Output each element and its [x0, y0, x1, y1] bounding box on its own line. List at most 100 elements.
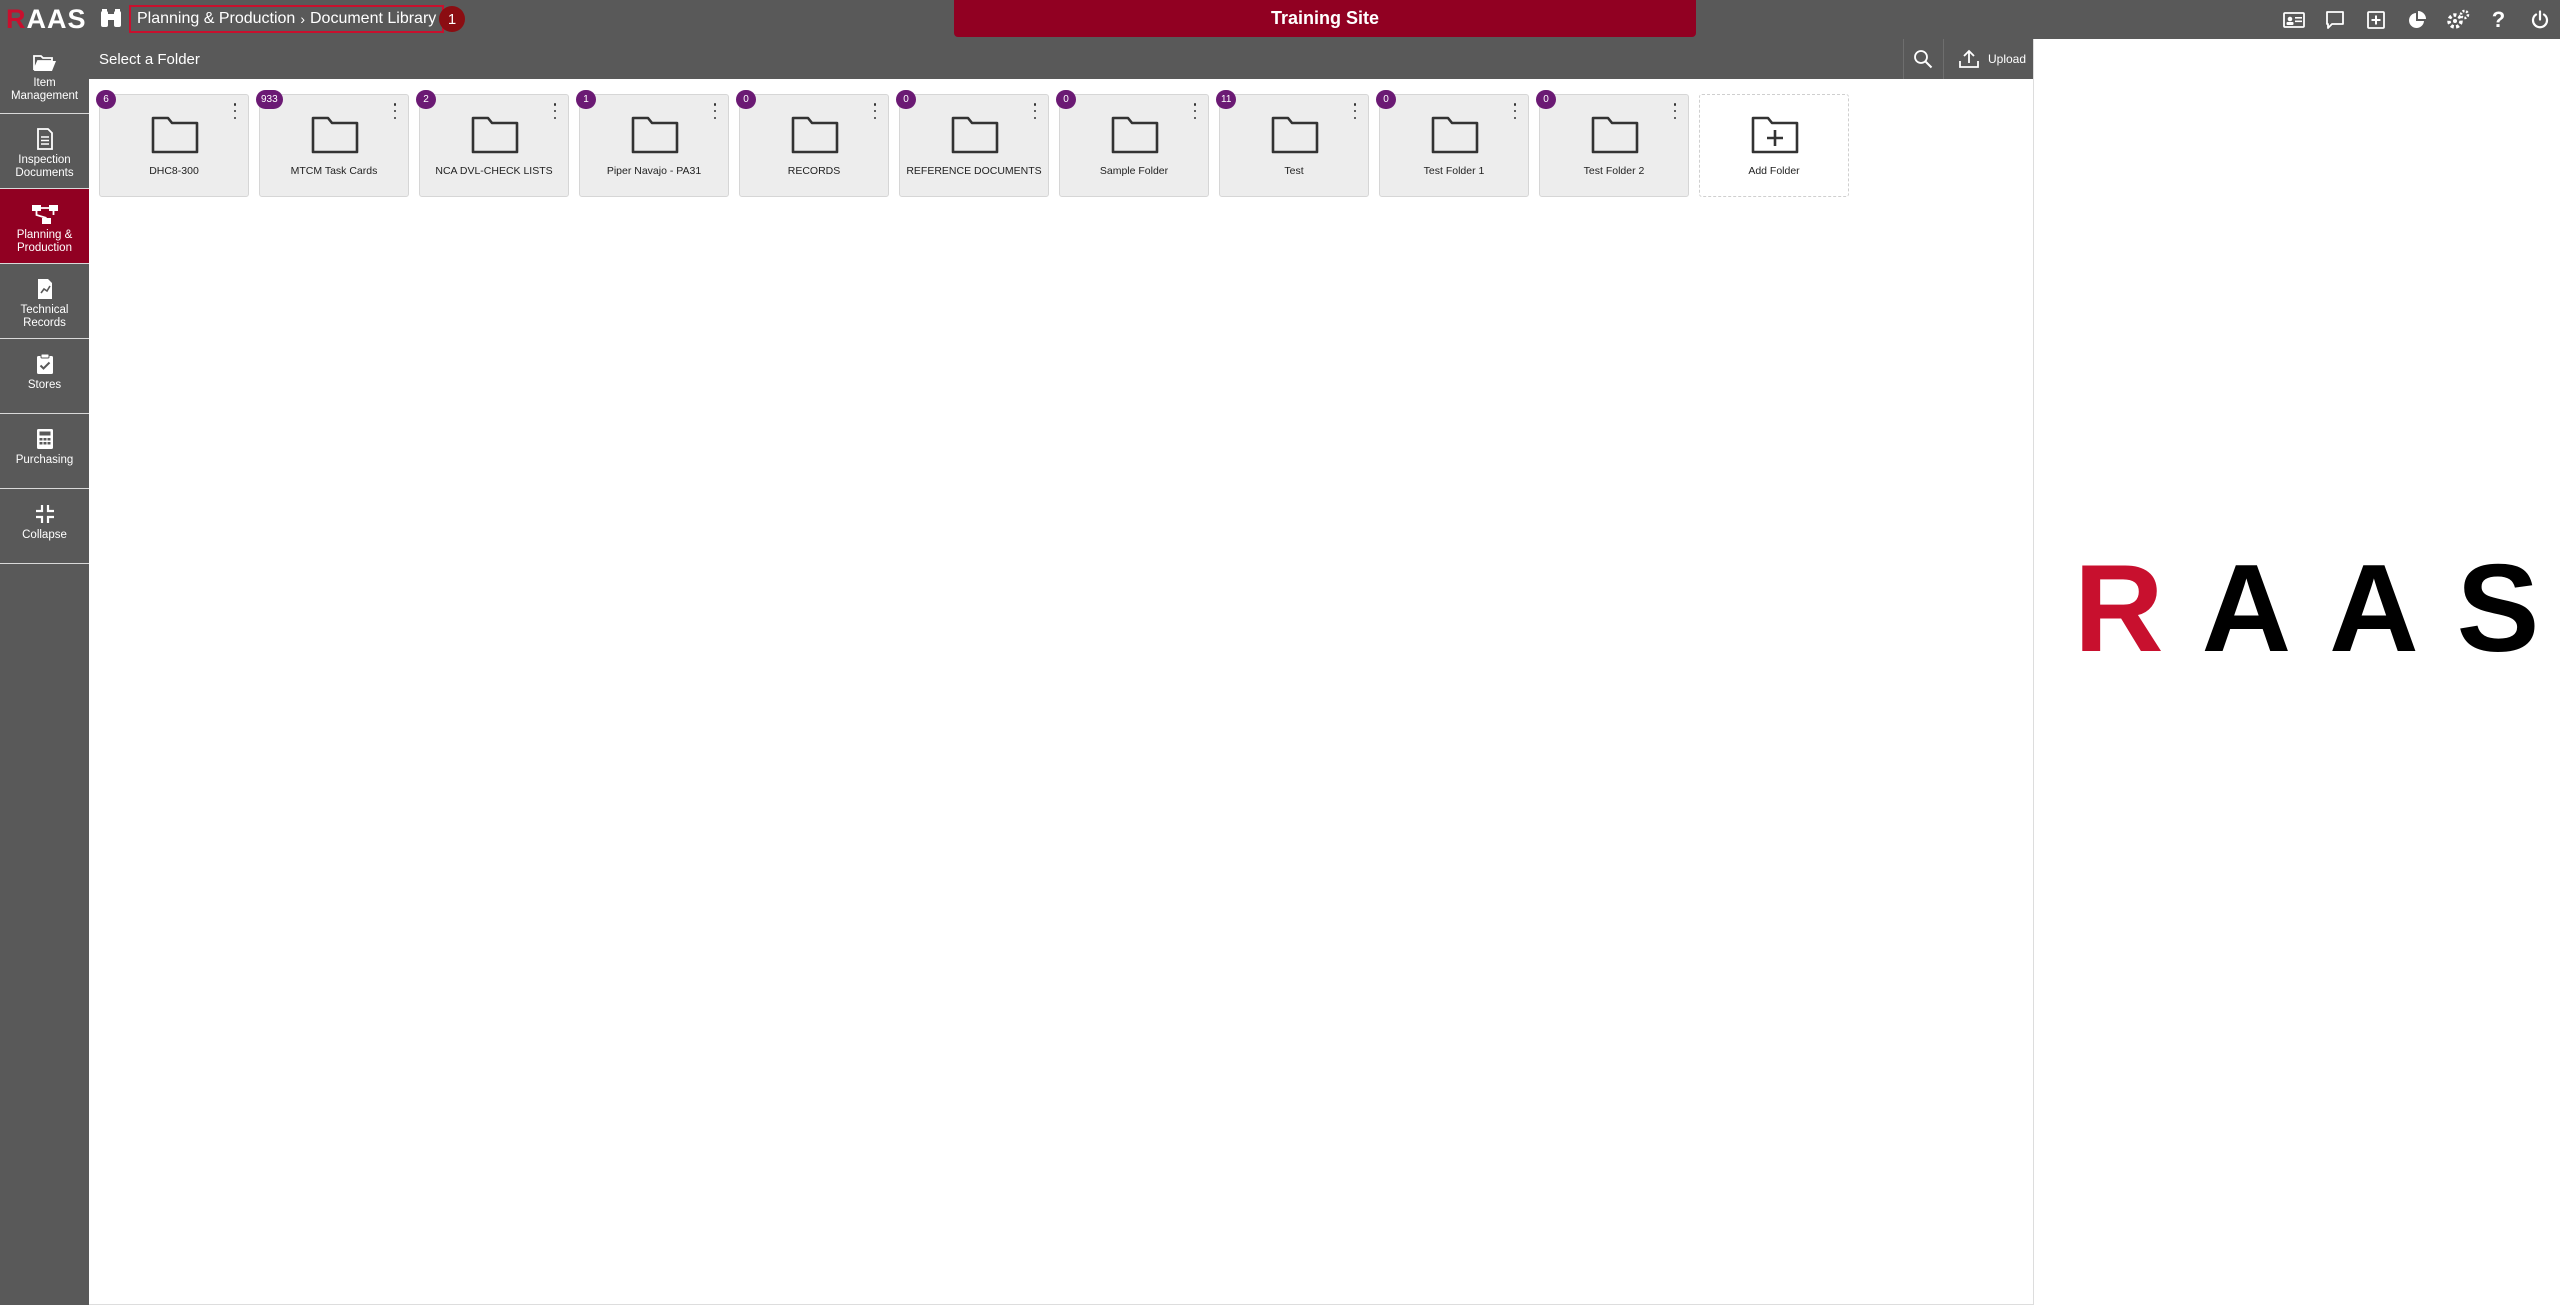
kebab-menu-icon[interactable]: [1672, 103, 1678, 119]
folder-plus-icon: [1751, 116, 1799, 154]
document-icon: [36, 128, 53, 150]
breadcrumb-badge: 1: [439, 6, 465, 32]
folder-icon: [1111, 116, 1159, 154]
folder-icon: [1591, 116, 1639, 154]
folder-name: NCA DVL-CHECK LISTS: [435, 165, 553, 177]
sidebar: Item Management Inspection Documents Pla…: [0, 39, 96, 1305]
sidebar-item-stores[interactable]: Stores: [0, 339, 89, 414]
folder-tile[interactable]: 2 NCA DVL-CHECK LISTS: [416, 90, 569, 197]
folder-count-badge: 6: [96, 90, 116, 109]
kebab-menu-icon[interactable]: [872, 103, 878, 119]
folder-tile[interactable]: 0 Test Folder 1: [1376, 90, 1529, 197]
sidebar-item-label: Planning & Production: [16, 229, 73, 254]
sidebar-item-label: Item Management: [10, 77, 79, 102]
folder-icon: [951, 116, 999, 154]
folder-name: DHC8-300: [149, 165, 199, 177]
sidebar-item-label: Purchasing: [15, 454, 74, 466]
folder-name: Test Folder 1: [1423, 165, 1485, 177]
power-icon[interactable]: [2519, 0, 2560, 39]
sidebar-item-item-management[interactable]: Item Management: [0, 39, 89, 114]
folder-icon: [791, 116, 839, 154]
kebab-menu-icon[interactable]: [232, 103, 238, 119]
sidebar-item-collapse[interactable]: Collapse: [0, 489, 89, 564]
folder-name: MTCM Task Cards: [290, 165, 378, 177]
breadcrumb-page[interactable]: Document Library: [310, 10, 436, 28]
app-logo[interactable]: R AAS: [6, 4, 87, 35]
folder-count-badge: 2: [416, 90, 436, 109]
raas-brand-logo: R AAS: [2074, 540, 2560, 678]
upload-label: Upload: [1988, 52, 2027, 66]
kebab-menu-icon[interactable]: [1032, 103, 1038, 119]
folder-name: Piper Navajo - PA31: [606, 165, 702, 177]
folder-name: Sample Folder: [1099, 165, 1169, 177]
folder-tile[interactable]: 0 Sample Folder: [1056, 90, 1209, 197]
kebab-menu-icon[interactable]: [1512, 103, 1518, 119]
folder-count-badge: 0: [896, 90, 916, 109]
folder-tile[interactable]: 933 MTCM Task Cards: [256, 90, 409, 197]
folder-icon: [631, 116, 679, 154]
upload-icon: [1959, 49, 1979, 68]
folder-icon: [471, 116, 519, 154]
search-button[interactable]: [1903, 39, 1941, 79]
sidebar-item-label: Stores: [27, 379, 62, 391]
folder-open-icon: [32, 55, 56, 71]
top-bar: R AAS Planning & Production › Document Li…: [0, 0, 2560, 39]
kebab-menu-icon[interactable]: [552, 103, 558, 119]
folder-tile[interactable]: 6 DHC8-300: [96, 90, 249, 197]
file-chart-icon: [37, 279, 52, 299]
gears-icon[interactable]: [2437, 0, 2478, 39]
chat-icon[interactable]: [2314, 0, 2355, 39]
breadcrumb-section[interactable]: Planning & Production: [137, 10, 295, 28]
folder-name: REFERENCE DOCUMENTS: [906, 165, 1042, 177]
folder-icon: [1431, 116, 1479, 154]
calculator-icon: [36, 429, 53, 449]
folder-count-badge: 933: [256, 90, 283, 109]
sidebar-item-label: Inspection Documents: [15, 154, 74, 179]
folder-icon: [1271, 116, 1319, 154]
folder-name: Test Folder 2: [1583, 165, 1645, 177]
sidebar-item-label: Collapse: [22, 529, 67, 541]
folder-tile[interactable]: 0 Test Folder 2: [1536, 90, 1689, 197]
kebab-menu-icon[interactable]: [392, 103, 398, 119]
kebab-menu-icon[interactable]: [1192, 103, 1198, 119]
page-title: Select a Folder: [99, 50, 200, 68]
binoculars-icon[interactable]: [98, 7, 124, 31]
pie-chart-icon[interactable]: [2396, 0, 2437, 39]
compress-icon: [35, 505, 54, 523]
breadcrumb[interactable]: Planning & Production › Document Library: [129, 5, 445, 33]
id-card-icon[interactable]: [2273, 0, 2314, 39]
folder-grid-area: [89, 79, 2033, 1305]
folder-count-badge: 0: [1376, 90, 1396, 109]
sidebar-item-technical-records[interactable]: Technical Records: [0, 264, 89, 339]
help-icon[interactable]: ?: [2478, 0, 2519, 39]
kebab-menu-icon[interactable]: [712, 103, 718, 119]
sitemap-icon: [31, 205, 58, 224]
folder-icon: [311, 116, 359, 154]
preview-panel: R AAS: [2033, 39, 2560, 1305]
sidebar-item-inspection-documents[interactable]: Inspection Documents: [0, 114, 89, 189]
folder-count-badge: 0: [1536, 90, 1556, 109]
folder-name: Test: [1284, 165, 1304, 177]
sidebar-item-purchasing[interactable]: Purchasing: [0, 414, 89, 489]
site-title: Training Site: [954, 0, 1696, 37]
add-folder-label: Add Folder: [1748, 165, 1800, 177]
sidebar-item-label: Technical Records: [20, 304, 69, 329]
add-folder-button[interactable]: Add Folder: [1699, 94, 1849, 197]
folder-tile[interactable]: 0 REFERENCE DOCUMENTS: [896, 90, 1049, 197]
add-box-icon[interactable]: [2355, 0, 2396, 39]
search-icon: [1913, 50, 1932, 69]
kebab-menu-icon[interactable]: [1352, 103, 1358, 119]
folder-icon: [151, 116, 199, 154]
folder-tile[interactable]: 1 Piper Navajo - PA31: [576, 90, 729, 197]
folder-tile[interactable]: 11 Test: [1216, 90, 1369, 197]
clipboard-check-icon: [36, 353, 53, 374]
top-icon-bar: ?: [2273, 0, 2560, 39]
chevron-right-icon: ›: [300, 11, 305, 27]
upload-button[interactable]: Upload: [1943, 39, 2033, 79]
folder-tile[interactable]: 0 RECORDS: [736, 90, 889, 197]
sidebar-item-planning-production[interactable]: Planning & Production: [0, 189, 96, 264]
folder-count-badge: 0: [1056, 90, 1076, 109]
folder-count-badge: 0: [736, 90, 756, 109]
subheader: Select a Folder: [89, 39, 2033, 79]
folder-name: RECORDS: [787, 165, 841, 177]
